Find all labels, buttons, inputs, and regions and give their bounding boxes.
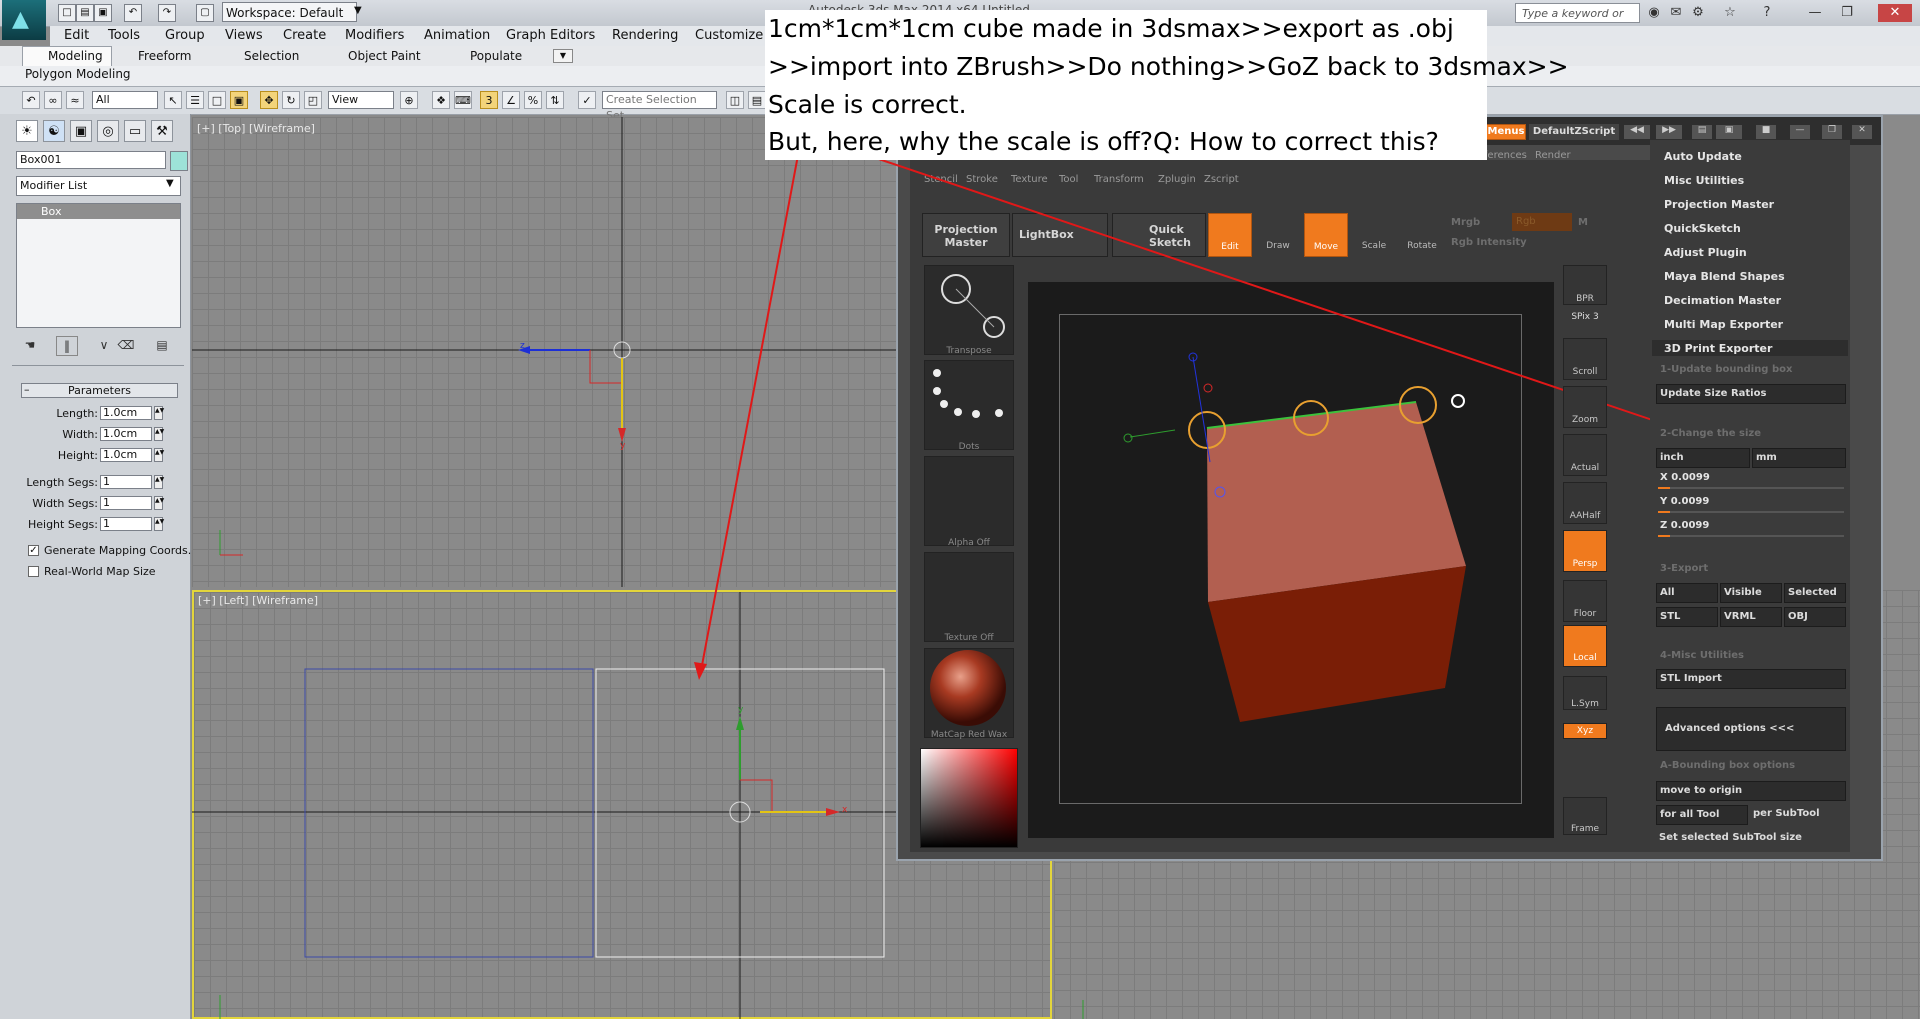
plugin-multi-map-exporter[interactable]: Multi Map Exporter	[1664, 318, 1783, 331]
for-all-tool-button[interactable]: for all Tool	[1656, 805, 1748, 825]
exporter-title[interactable]: 3D Print Exporter	[1664, 342, 1772, 355]
plugin-quicksketch[interactable]: QuickSketch	[1664, 222, 1741, 235]
dot-3	[940, 400, 948, 408]
annotation-arrowhead-1	[694, 662, 707, 680]
advanced-options-button[interactable]: Advanced options <<<	[1656, 707, 1846, 751]
annotation-arrow-2	[851, 149, 1766, 459]
size-z-fill	[1658, 535, 1670, 537]
format-obj-button[interactable]: OBJ	[1784, 607, 1846, 627]
bbox-options-label: A-Bounding box options	[1660, 760, 1796, 771]
plugin-maya-blend-shapes[interactable]: Maya Blend Shapes	[1664, 270, 1785, 283]
set-selected-subtool-size-button[interactable]: Set selected SubTool size	[1656, 829, 1846, 849]
stl-import-button[interactable]: STL Import	[1656, 669, 1846, 689]
size-z-slider[interactable]: Z 0.0099	[1660, 520, 1709, 531]
transpose-icon-line	[955, 288, 995, 328]
dot-4	[954, 408, 962, 416]
gyro-y-end	[1123, 433, 1133, 443]
floor-button[interactable]: Floor	[1563, 580, 1607, 622]
xyz-button[interactable]: Xyz	[1563, 723, 1607, 739]
plugin-decimation-master[interactable]: Decimation Master	[1664, 294, 1781, 307]
zoom-button[interactable]: Zoom	[1563, 386, 1607, 428]
update-size-ratios-button[interactable]: Update Size Ratios	[1656, 384, 1846, 404]
scroll-button[interactable]: Scroll	[1563, 338, 1607, 380]
aahalf-button[interactable]: AAHalf	[1563, 482, 1607, 524]
dot-6	[995, 409, 1003, 417]
step4-label: 4-Misc Utilities	[1660, 650, 1744, 661]
note-line-2: >>import into ZBrush>>Do nothing>>GoZ ba…	[768, 52, 1569, 81]
dot-2	[933, 387, 941, 395]
export-visible-button[interactable]: Visible	[1720, 583, 1782, 603]
plugin-projection-master[interactable]: Projection Master	[1664, 198, 1774, 211]
export-selected-button[interactable]: Selected	[1784, 583, 1846, 603]
format-stl-button[interactable]: STL	[1656, 607, 1718, 627]
unit-mm-button[interactable]: mm	[1752, 448, 1846, 468]
note-line-4: But, here, why the scale is off?Q: How t…	[768, 127, 1439, 156]
spix-slider[interactable]: SPix 3	[1563, 312, 1607, 322]
matcap-sphere	[930, 650, 1006, 726]
lsym-button[interactable]: L.Sym	[1563, 676, 1607, 710]
plugin-auto-update[interactable]: Auto Update	[1664, 150, 1742, 163]
gyro-y-axis	[1129, 429, 1176, 438]
annotation-arrow-1	[699, 117, 806, 677]
frame-button[interactable]: Frame	[1563, 797, 1607, 835]
size-y-track	[1658, 511, 1844, 513]
step1-label: 1-Update bounding box	[1660, 364, 1793, 375]
export-all-button[interactable]: All	[1656, 583, 1718, 603]
plugin-misc-utilities[interactable]: Misc Utilities	[1664, 174, 1744, 187]
persp-button[interactable]: Persp	[1563, 530, 1607, 572]
move-to-origin-button[interactable]: move to origin	[1656, 781, 1846, 801]
gyro-x-end	[1203, 383, 1213, 393]
step3-label: 3-Export	[1660, 563, 1709, 574]
note-line-1: 1cm*1cm*1cm cube made in 3dsmax>>export …	[768, 14, 1454, 43]
bpr-button[interactable]: BPR	[1563, 265, 1607, 305]
size-x-fill	[1658, 487, 1670, 489]
size-x-track	[1658, 487, 1844, 489]
note-line-3: Scale is correct.	[768, 90, 967, 119]
dot-1	[933, 369, 941, 377]
size-y-slider[interactable]: Y 0.0099	[1660, 496, 1709, 507]
size-z-track	[1658, 535, 1844, 537]
local-button[interactable]: Local	[1563, 625, 1607, 667]
unit-inch-button[interactable]: inch	[1656, 448, 1750, 468]
plugin-adjust-plugin[interactable]: Adjust Plugin	[1664, 246, 1747, 259]
size-x-slider[interactable]: X 0.0099	[1660, 472, 1710, 483]
per-subtool-button[interactable]: per SubTool	[1750, 805, 1846, 825]
actual-button[interactable]: Actual	[1563, 434, 1607, 476]
size-y-fill	[1658, 511, 1670, 513]
transpose-end-point	[1451, 394, 1465, 408]
dot-5	[972, 410, 980, 418]
step2-label: 2-Change the size	[1660, 428, 1762, 439]
format-vrml-button[interactable]: VRML	[1720, 607, 1782, 627]
